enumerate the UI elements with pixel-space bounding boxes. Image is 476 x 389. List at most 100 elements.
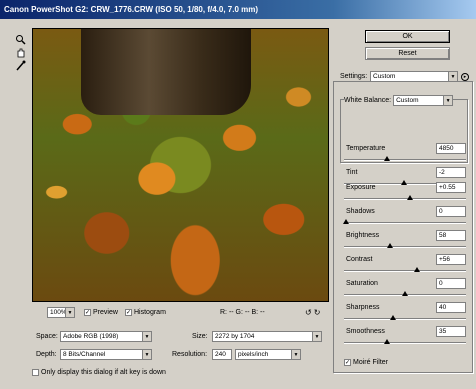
resolution-unit: pixels/inch xyxy=(238,351,269,358)
window-title: Canon PowerShot G2: CRW_1776.CRW (ISO 50… xyxy=(4,5,258,14)
slider-label: Shadows xyxy=(346,208,375,215)
space-select[interactable]: Adobe RGB (1998) ▼ xyxy=(60,331,152,342)
slider-label: Contrast xyxy=(346,256,373,263)
chevron-down-icon: ▼ xyxy=(448,72,457,81)
slider-sharpness: Sharpness 40 xyxy=(344,302,466,326)
depth-field: Depth: 8 Bits/Channel ▼ xyxy=(36,349,152,360)
rgb-readout: R: -- G: -- B: -- xyxy=(220,306,265,318)
slider-thumb[interactable] xyxy=(383,156,390,161)
tree-trunk-image-region xyxy=(81,29,251,115)
slider-exposure: Exposure +0.55 xyxy=(344,182,466,206)
slider-label: Smoothness xyxy=(346,328,385,335)
title-bar: Canon PowerShot G2: CRW_1776.CRW (ISO 50… xyxy=(0,0,476,19)
alt-key-option[interactable]: Only display this dialog if alt key is d… xyxy=(32,369,166,376)
slider-label: Exposure xyxy=(346,184,376,191)
depth-value: 8 Bits/Channel xyxy=(63,351,106,358)
histogram-label: Histogram xyxy=(134,308,166,316)
moire-filter-checkbox[interactable]: ✓ xyxy=(344,359,351,366)
size-label: Size: xyxy=(192,333,208,340)
white-balance-select[interactable]: Custom ▼ xyxy=(393,95,454,106)
chevron-down-icon: ▼ xyxy=(65,308,74,317)
slider-value-input[interactable]: -2 xyxy=(436,167,466,178)
slider-track[interactable] xyxy=(344,159,466,161)
size-field: Size: 2272 by 1704 ▼ xyxy=(192,331,322,342)
slider-label: Sharpness xyxy=(346,304,380,311)
slider-thumb[interactable] xyxy=(414,267,421,272)
toolbox xyxy=(14,33,28,72)
rotate-right-icon[interactable]: ↻ xyxy=(314,308,321,317)
space-value: Adobe RGB (1998) xyxy=(63,333,119,340)
slider-label: Saturation xyxy=(346,280,378,287)
white-balance-field: White Balance: Custom ▼ xyxy=(344,95,454,106)
slider-value-input[interactable]: 35 xyxy=(436,326,466,337)
slider-track[interactable] xyxy=(344,198,466,200)
slider-label: Temperature xyxy=(346,145,386,152)
slider-label: Tint xyxy=(346,169,358,176)
eyedropper-tool[interactable] xyxy=(14,59,26,71)
slider-track[interactable] xyxy=(344,270,466,272)
reset-button[interactable]: Reset xyxy=(365,47,450,60)
slider-value-input[interactable]: 40 xyxy=(436,302,466,313)
chevron-down-icon: ▼ xyxy=(291,350,300,359)
slider-thumb[interactable] xyxy=(389,315,396,320)
resolution-field: Resolution: 240 pixels/inch ▼ xyxy=(172,349,301,360)
rgb-readout-text: R: -- G: -- B: -- xyxy=(220,308,265,316)
white-balance-label: White Balance: xyxy=(344,97,394,104)
zoom-tool[interactable] xyxy=(14,33,26,45)
settings-menu-icon[interactable]: ▸ xyxy=(461,72,469,81)
slider-track[interactable] xyxy=(344,342,466,344)
slider-thumb[interactable] xyxy=(383,339,390,344)
zoom-select[interactable]: 100% ▼ xyxy=(47,307,75,318)
resolution-unit-select[interactable]: pixels/inch ▼ xyxy=(235,349,301,360)
slider-smoothness: Smoothness 35 xyxy=(344,326,466,350)
depth-label: Depth: xyxy=(36,351,57,358)
rotate-left-icon[interactable]: ↺ xyxy=(305,308,312,317)
slider-thumb[interactable] xyxy=(402,291,408,296)
resolution-label: Resolution: xyxy=(172,351,208,358)
settings-value: Custom xyxy=(373,73,396,80)
slider-value-input[interactable]: +0.55 xyxy=(436,182,466,193)
slider-label: Brightness xyxy=(346,232,380,239)
hand-tool[interactable] xyxy=(14,46,26,58)
slider-track[interactable] xyxy=(344,222,466,224)
preview-label: Preview xyxy=(93,308,118,316)
slider-contrast: Contrast +56 xyxy=(344,254,466,278)
slider-saturation: Saturation 0 xyxy=(344,278,466,302)
resolution-input[interactable]: 240 xyxy=(212,349,232,360)
resolution-value: 240 xyxy=(215,351,226,358)
rotate-controls: ↺ ↻ xyxy=(305,306,320,318)
slider-track[interactable] xyxy=(344,318,466,320)
slider-track[interactable] xyxy=(344,246,466,248)
slider-shadows: Shadows 0 xyxy=(343,206,466,230)
slider-thumb[interactable] xyxy=(343,219,350,224)
chevron-down-icon: ▼ xyxy=(142,350,151,359)
histogram-toggle[interactable]: ✓ Histogram xyxy=(125,306,166,318)
histogram-checkbox[interactable]: ✓ xyxy=(125,308,132,316)
ok-button[interactable]: OK xyxy=(365,30,450,43)
slider-brightness: Brightness 58 xyxy=(344,230,466,254)
slider-value-input[interactable]: 0 xyxy=(436,278,466,289)
preview-checkbox[interactable]: ✓ xyxy=(84,308,91,316)
space-label: Space: xyxy=(36,333,58,340)
size-select[interactable]: 2272 by 1704 ▼ xyxy=(212,331,322,342)
slider-value-input[interactable]: 0 xyxy=(436,206,466,217)
alt-key-label: Only display this dialog if alt key is d… xyxy=(41,369,166,376)
eyedropper-icon xyxy=(15,60,25,70)
slider-thumb[interactable] xyxy=(387,243,394,248)
slider-thumb[interactable] xyxy=(406,195,413,200)
depth-select[interactable]: 8 Bits/Channel ▼ xyxy=(60,349,152,360)
slider-value-input[interactable]: 4850 xyxy=(436,143,466,154)
slider-value-input[interactable]: 58 xyxy=(436,230,466,241)
slider-value-input[interactable]: +56 xyxy=(436,254,466,265)
slider-temperature: Temperature 4850 xyxy=(344,143,466,167)
moire-filter-option[interactable]: ✓ Moiré Filter xyxy=(344,359,388,366)
settings-label: Settings: xyxy=(340,73,368,80)
alt-key-checkbox[interactable] xyxy=(32,369,39,376)
chevron-down-icon: ▼ xyxy=(443,96,453,105)
preview-toggle[interactable]: ✓ Preview xyxy=(84,306,118,318)
hand-icon xyxy=(17,48,24,57)
size-value: 2272 by 1704 xyxy=(215,333,255,340)
image-preview[interactable] xyxy=(32,28,329,302)
chevron-down-icon: ▼ xyxy=(312,332,321,341)
zoom-icon xyxy=(15,34,26,45)
